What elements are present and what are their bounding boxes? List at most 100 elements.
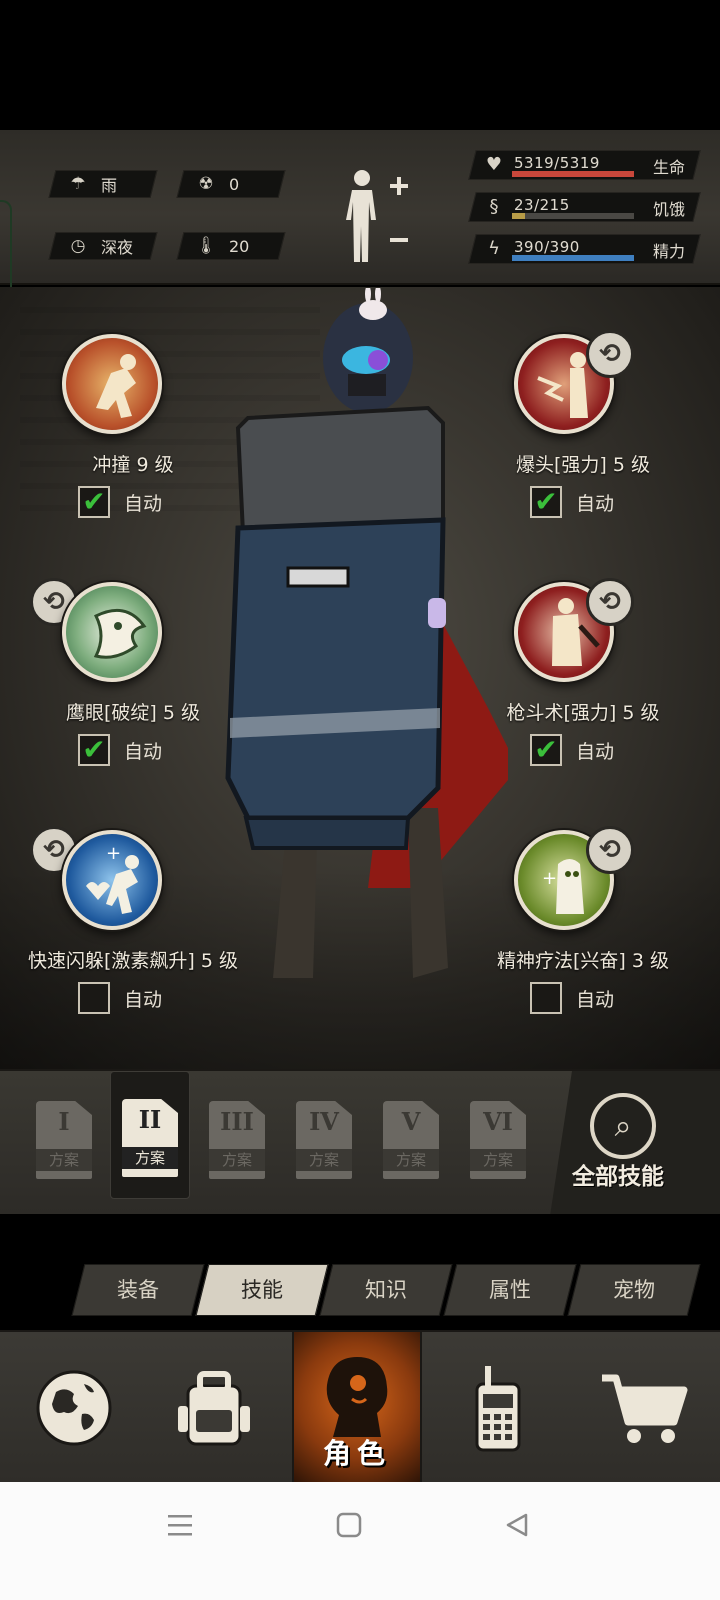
hunger-label: 饥饿	[652, 200, 685, 219]
stomach-icon: §	[489, 195, 499, 217]
health-value: 5319/5319	[514, 154, 600, 172]
auto-label: 自动	[124, 988, 163, 1011]
bottom-nav: 角色	[0, 1330, 720, 1484]
cart-icon	[602, 1374, 688, 1443]
auto-checkbox[interactable]: ✔	[530, 486, 562, 518]
tab-knowledge[interactable]: 知识	[319, 1264, 453, 1316]
skill-name: 快速闪躲[激素飙升] 5 级	[28, 950, 238, 972]
tab-label: 装备	[117, 1278, 159, 1302]
skill-gun-kata[interactable]: ⟲ 枪斗术[强力] 5 级 ✔ 自动	[478, 578, 688, 778]
charge-skill-icon[interactable]	[62, 334, 162, 434]
auto-toggle[interactable]: ✔ 自动	[530, 734, 614, 766]
nav-shop-button[interactable]	[574, 1332, 714, 1484]
swap-icon[interactable]: ⟲	[586, 578, 634, 626]
skill-name: 鹰眼[破绽] 5 级	[66, 702, 200, 724]
auto-toggle[interactable]: ✔ 自动	[530, 486, 614, 518]
skill-name: 冲撞 9 级	[92, 454, 174, 476]
auto-toggle[interactable]: ✔ 自动	[78, 486, 162, 518]
body-status-icon[interactable]	[342, 166, 412, 266]
rain-icon: ☂	[70, 174, 86, 194]
nav-world-button[interactable]	[4, 1332, 144, 1484]
skill-name: 精神疗法[兴奋] 3 级	[497, 950, 669, 972]
home-icon[interactable]	[336, 1512, 362, 1538]
plan-3-button[interactable]: III 方案	[209, 1101, 265, 1179]
back-icon[interactable]	[504, 1512, 530, 1538]
temperature-chip: 🌡 20	[176, 232, 286, 260]
health-stat: ♥ 5319/5319 生命	[468, 150, 701, 180]
plan-bar: I 方案 II 方案 III 方案 IV 方案 V 方案 VI 方案 ⌕ 全部技能	[0, 1069, 720, 1216]
plan-4-button[interactable]: IV 方案	[296, 1101, 352, 1179]
tab-skills[interactable]: 技能	[195, 1264, 329, 1316]
eagle-eye-skill-icon[interactable]	[62, 582, 162, 682]
plan-numeral: IV	[309, 1107, 339, 1136]
skill-psychotherapy[interactable]: + ⟲ 精神疗法[兴奋] 3 级 自动	[478, 826, 688, 1026]
auto-checkbox[interactable]	[78, 982, 110, 1014]
radio-icon	[475, 1366, 521, 1452]
nav-character-label: 角色	[322, 1437, 391, 1470]
radiation-icon: ☢	[198, 174, 214, 194]
auto-checkbox[interactable]: ✔	[78, 486, 110, 518]
auto-toggle[interactable]: 自动	[78, 982, 162, 1014]
plan-2-button[interactable]: II 方案	[122, 1099, 178, 1177]
auto-toggle[interactable]: 自动	[530, 982, 614, 1014]
time-value: 深夜	[101, 238, 134, 257]
swap-icon[interactable]: ⟲	[586, 826, 634, 874]
auto-label: 自动	[576, 740, 615, 763]
tab-attributes[interactable]: 属性	[443, 1264, 577, 1316]
plan-5-button[interactable]: V 方案	[383, 1101, 439, 1179]
category-tabs: 装备 技能 知识 属性 宠物	[0, 1214, 720, 1330]
skill-book-icon: ⌕	[590, 1093, 656, 1159]
radiation-chip: ☢ 0	[176, 170, 286, 198]
plan-6-button[interactable]: VI 方案	[470, 1101, 526, 1179]
plan-label: 方案	[470, 1149, 526, 1171]
auto-checkbox[interactable]: ✔	[78, 734, 110, 766]
temperature-value: 20	[229, 236, 250, 256]
energy-value: 390/390	[514, 238, 580, 256]
radiation-value: 0	[229, 174, 240, 194]
svg-text:+: +	[106, 843, 121, 864]
skill-quick-dodge[interactable]: ⟲ + 快速闪躲[激素飙升] 5 级 自动	[28, 826, 238, 1026]
skill-headshot[interactable]: ⟲ 爆头[强力] 5 级 ✔ 自动	[478, 330, 688, 530]
auto-checkbox[interactable]	[530, 982, 562, 1014]
tab-equipment[interactable]: 装备	[71, 1264, 205, 1316]
nav-character-button[interactable]: 角色	[292, 1332, 422, 1484]
heart-icon: ♥	[485, 153, 503, 175]
nav-backpack-button[interactable]	[144, 1332, 284, 1484]
tab-label: 技能	[241, 1278, 283, 1302]
auto-label: 自动	[576, 988, 615, 1011]
skill-name: 枪斗术[强力] 5 级	[506, 702, 660, 724]
auto-label: 自动	[576, 492, 615, 515]
hunger-bar-fill	[512, 213, 526, 219]
all-skills-button[interactable]: ⌕ 全部技能	[550, 1071, 720, 1216]
weather-chip: ☂ 雨	[48, 170, 158, 198]
plan-1-button[interactable]: I 方案	[36, 1101, 92, 1179]
plan-label: 方案	[296, 1149, 352, 1171]
time-chip: ◷ 深夜	[48, 232, 158, 260]
health-label: 生命	[652, 158, 685, 177]
skill-charge[interactable]: 冲撞 9 级 ✔ 自动	[28, 330, 238, 530]
system-navigation-bar	[0, 1482, 720, 1600]
plan-numeral: I	[58, 1107, 70, 1136]
nav-radio-button[interactable]	[428, 1332, 568, 1484]
energy-label: 精力	[652, 242, 685, 261]
plan-numeral: V	[401, 1107, 421, 1136]
tab-label: 宠物	[613, 1278, 655, 1302]
menu-icon[interactable]	[166, 1512, 194, 1538]
quick-dodge-skill-icon[interactable]: +	[62, 830, 162, 930]
plan-numeral: II	[138, 1105, 162, 1134]
auto-toggle[interactable]: ✔ 自动	[78, 734, 162, 766]
weather-value: 雨	[101, 176, 118, 195]
tab-label: 属性	[489, 1278, 531, 1302]
plan-label: 方案	[122, 1147, 178, 1169]
swap-icon[interactable]: ⟲	[586, 330, 634, 378]
all-skills-label: 全部技能	[572, 1164, 664, 1190]
backpack-icon	[178, 1371, 250, 1446]
top-blank-area	[0, 0, 720, 130]
energy-stat: ϟ 390/390 精力	[468, 234, 701, 264]
tab-pets[interactable]: 宠物	[567, 1264, 701, 1316]
plan-numeral: III	[220, 1107, 254, 1136]
skill-name: 爆头[强力] 5 级	[516, 454, 650, 476]
auto-checkbox[interactable]: ✔	[530, 734, 562, 766]
skill-eagle-eye[interactable]: ⟲ 鹰眼[破绽] 5 级 ✔ 自动	[28, 578, 238, 778]
hunger-stat: § 23/215 饥饿	[468, 192, 701, 222]
